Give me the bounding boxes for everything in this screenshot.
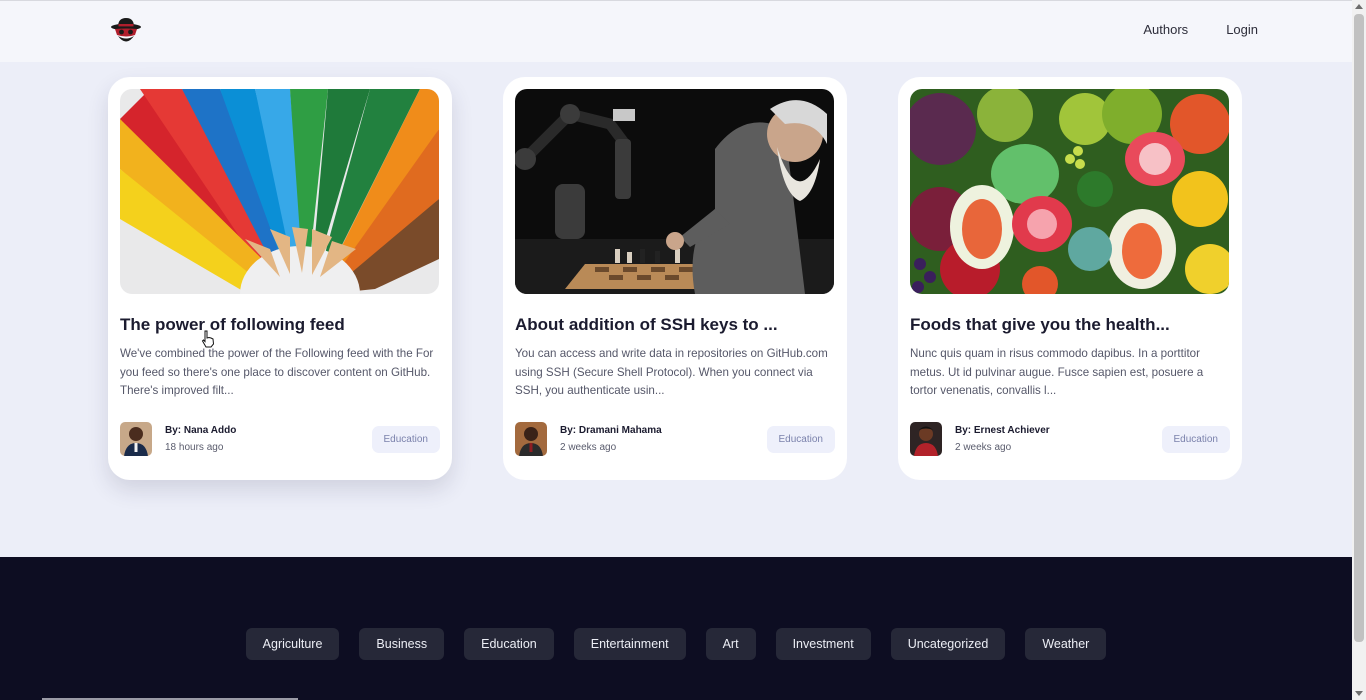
- avatar[interactable]: [515, 422, 547, 456]
- nav-login-link[interactable]: Login: [1226, 22, 1258, 37]
- author-name[interactable]: By: Dramani Mahama: [560, 425, 662, 436]
- top-navbar: Authors Login: [0, 0, 1352, 62]
- avatar[interactable]: [910, 422, 942, 456]
- scrollbar-thumb[interactable]: [1354, 14, 1364, 642]
- spy-hat-logo-icon[interactable]: [110, 15, 142, 47]
- author-meta: By: Ernest Achiever 2 weeks ago: [955, 425, 1050, 453]
- scroll-down-arrow-icon[interactable]: [1355, 691, 1363, 696]
- post-card-list: The power of following feed We've combin…: [108, 77, 1242, 480]
- footer: Agriculture Business Education Entertain…: [0, 557, 1352, 700]
- category-link-education[interactable]: Education: [464, 628, 554, 660]
- nav-authors-link[interactable]: Authors: [1143, 22, 1188, 37]
- post-author-row: By: Nana Addo 18 hours ago Education: [120, 422, 440, 456]
- category-link-weather[interactable]: Weather: [1025, 628, 1107, 660]
- header-nav: Authors Login: [1143, 22, 1258, 37]
- category-link-entertainment[interactable]: Entertainment: [573, 628, 686, 660]
- post-card[interactable]: About addition of SSH keys to ... You ca…: [503, 77, 847, 480]
- avatar[interactable]: [120, 422, 152, 456]
- post-author-row: By: Ernest Achiever 2 weeks ago Educatio…: [910, 422, 1230, 456]
- post-excerpt: You can access and write data in reposit…: [515, 347, 828, 397]
- post-title[interactable]: Foods that give you the health...: [910, 315, 1230, 335]
- category-tag[interactable]: Education: [766, 425, 835, 453]
- author-meta: By: Nana Addo 18 hours ago: [165, 425, 236, 453]
- category-link-agriculture[interactable]: Agriculture: [245, 628, 340, 660]
- fruits-image[interactable]: [910, 89, 1229, 294]
- author-name[interactable]: By: Ernest Achiever: [955, 425, 1050, 436]
- robot-chess-image[interactable]: [515, 89, 834, 294]
- post-card[interactable]: The power of following feed We've combin…: [108, 77, 452, 480]
- post-time: 2 weeks ago: [560, 442, 617, 453]
- category-link-art[interactable]: Art: [705, 628, 756, 660]
- post-time: 18 hours ago: [165, 442, 224, 453]
- hand-cursor-icon: [201, 330, 215, 348]
- category-tag[interactable]: Education: [1161, 425, 1230, 453]
- author-name[interactable]: By: Nana Addo: [165, 425, 236, 436]
- category-link-business[interactable]: Business: [359, 628, 445, 660]
- post-author-row: By: Dramani Mahama 2 weeks ago Education: [515, 422, 835, 456]
- post-title[interactable]: The power of following feed: [120, 315, 440, 335]
- category-link-uncategorized[interactable]: Uncategorized: [890, 628, 1006, 660]
- post-card[interactable]: Foods that give you the health... Nunc q…: [898, 77, 1242, 480]
- author-meta: By: Dramani Mahama 2 weeks ago: [560, 425, 662, 453]
- post-title[interactable]: About addition of SSH keys to ...: [515, 315, 835, 335]
- category-link-investment[interactable]: Investment: [775, 628, 871, 660]
- category-tag[interactable]: Education: [371, 425, 440, 453]
- post-time: 2 weeks ago: [955, 442, 1012, 453]
- colored-pencils-image[interactable]: [120, 89, 439, 294]
- footer-category-list: Agriculture Business Education Entertain…: [0, 628, 1352, 660]
- page: Authors Login The power of following fee…: [0, 0, 1352, 700]
- post-excerpt: We've combined the power of the Followin…: [120, 347, 434, 397]
- scroll-up-arrow-icon[interactable]: [1355, 4, 1363, 9]
- post-excerpt: Nunc quis quam in risus commodo dapibus.…: [910, 347, 1204, 397]
- vertical-scrollbar[interactable]: [1352, 0, 1366, 700]
